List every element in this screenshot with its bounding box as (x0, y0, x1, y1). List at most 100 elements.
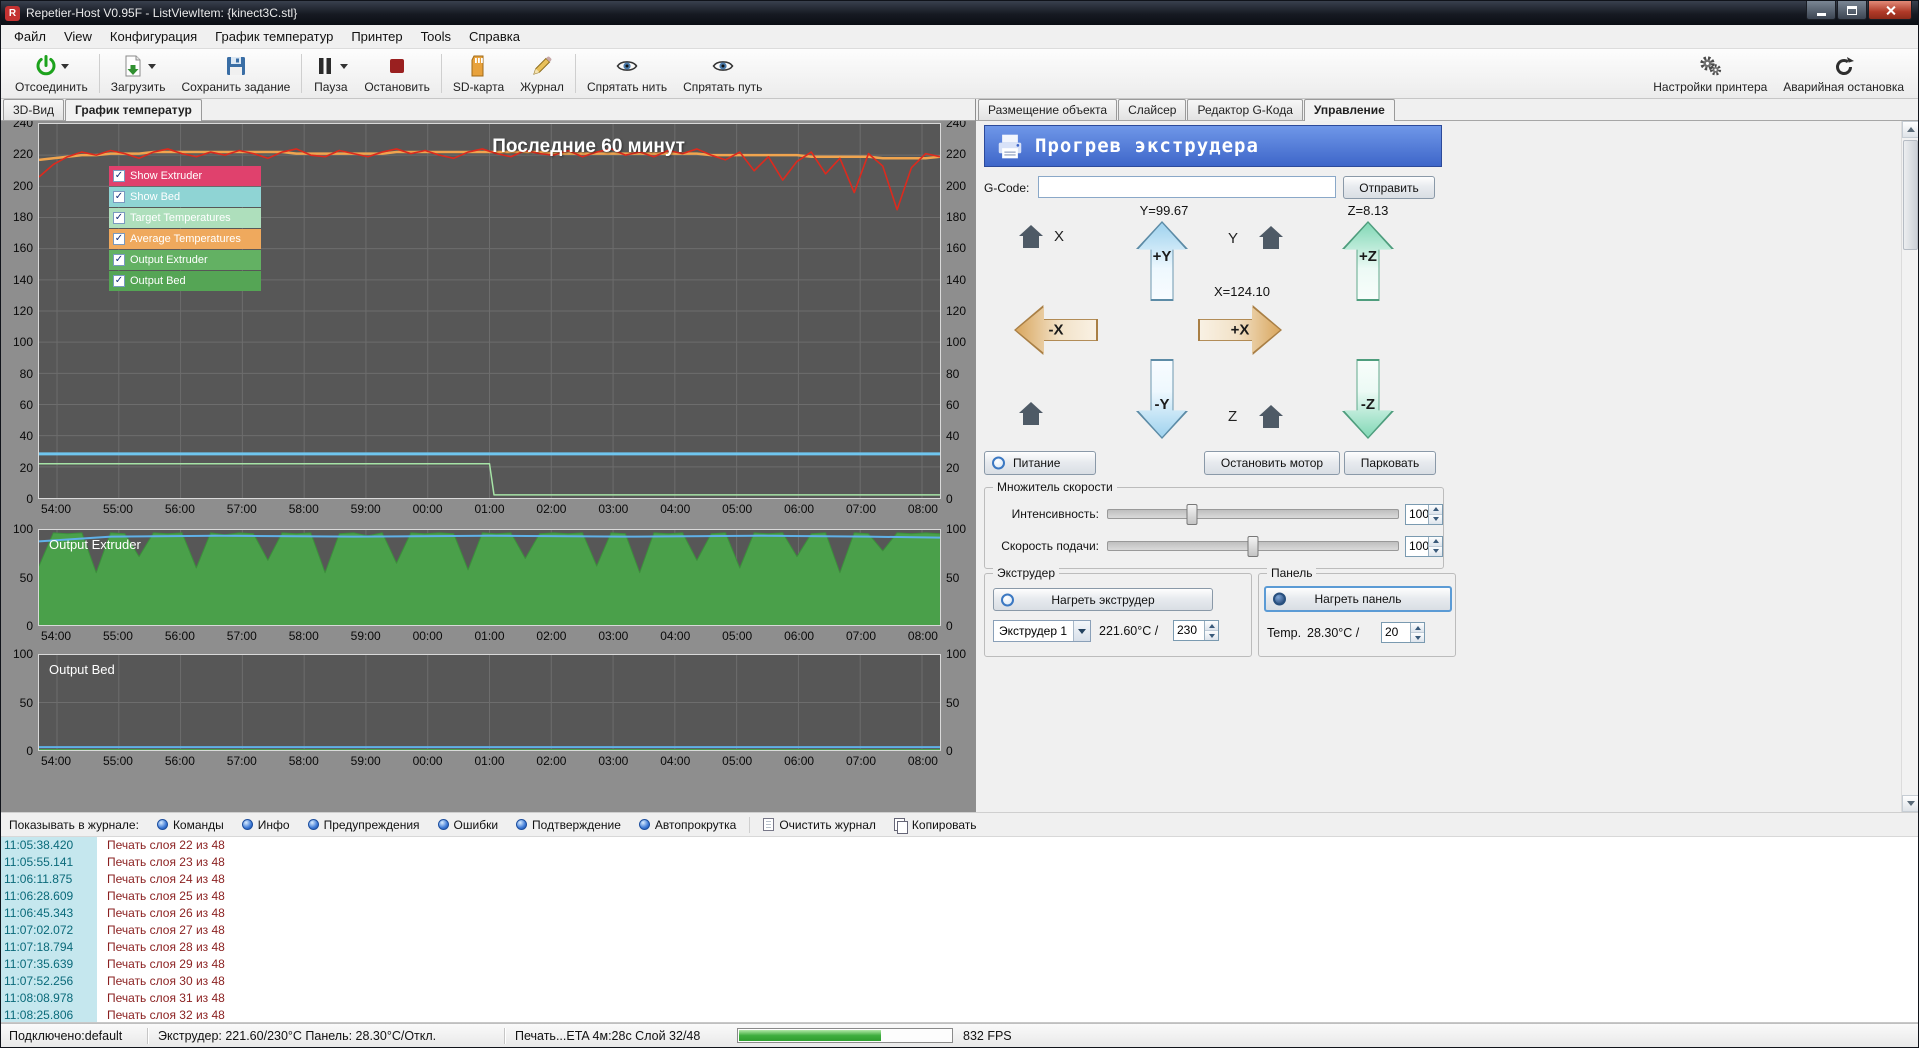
log-filter-2[interactable]: Предупреждения (300, 816, 428, 834)
spin-up-icon[interactable] (1411, 623, 1424, 633)
clear-log-button[interactable]: Очистить журнал (755, 816, 884, 834)
feedrate-slider[interactable] (1107, 541, 1399, 551)
spin-up-icon[interactable] (1429, 537, 1442, 547)
log-row: 11:06:45.343Печать слоя 26 из 48 (1, 905, 1918, 922)
disconnect-button[interactable]: Отсоединить (7, 50, 96, 97)
checkbox-icon[interactable]: ✓ (113, 275, 125, 287)
menu-item-4[interactable]: Принтер (342, 26, 411, 47)
close-button[interactable] (1868, 1, 1912, 20)
log-filter-4[interactable]: Подтверждение (508, 816, 629, 834)
clear-log-icon (763, 818, 774, 831)
pause-button[interactable]: Пауза (305, 50, 356, 97)
x-tick-label: 58:00 (289, 502, 319, 516)
spin-up-icon[interactable] (1429, 505, 1442, 515)
legend-item-1[interactable]: ✓Show Bed (109, 187, 261, 207)
legend-item-3[interactable]: ✓Average Temperatures (109, 229, 261, 249)
scrollbar-thumb[interactable] (1903, 140, 1918, 250)
checkbox-icon[interactable]: ✓ (113, 170, 125, 182)
extruder-group: Экструдер Нагреть экструдер Экструдер 1 … (984, 573, 1252, 657)
legend-item-4[interactable]: ✓Output Extruder (109, 250, 261, 270)
legend-item-0[interactable]: ✓Show Extruder (109, 166, 261, 186)
printer-settings-button[interactable]: Настройки принтера (1645, 50, 1775, 97)
spin-down-icon[interactable] (1205, 631, 1218, 640)
spin-down-icon[interactable] (1429, 515, 1442, 524)
bed-target-spinner[interactable]: 20 (1381, 622, 1425, 643)
home-x-button[interactable] (1018, 225, 1044, 249)
load-button[interactable]: Загрузить (103, 50, 174, 97)
spin-down-icon[interactable] (1429, 547, 1442, 556)
menu-item-6[interactable]: Справка (460, 26, 529, 47)
maximize-button[interactable] (1837, 1, 1867, 20)
home-z-button[interactable] (1258, 405, 1284, 429)
flowrate-slider[interactable] (1107, 509, 1399, 519)
home-all-button[interactable] (1018, 402, 1044, 426)
extruder-target-spinner[interactable]: 230 (1173, 620, 1219, 641)
menu-item-5[interactable]: Tools (412, 26, 460, 47)
feedrate-spinner[interactable]: 100 (1405, 536, 1443, 557)
menu-item-3[interactable]: График температур (206, 26, 342, 47)
chevron-down-icon[interactable] (1073, 621, 1090, 641)
tab-control-0[interactable]: Размещение объекта (978, 99, 1117, 120)
gcode-input[interactable] (1038, 176, 1336, 198)
menu-item-1[interactable]: View (55, 26, 101, 47)
jog-plus-x-button[interactable]: +X (1198, 305, 1282, 355)
outbed-chart-title: Output Bed (49, 662, 115, 677)
tab-view-1[interactable]: График температур (65, 99, 202, 121)
tab-control-1[interactable]: Слайсер (1118, 99, 1186, 120)
log-filter-0[interactable]: Команды (149, 816, 232, 834)
flowrate-spinner[interactable]: 100 (1405, 504, 1443, 525)
jog-minus-z-button[interactable]: -Z (1342, 359, 1394, 439)
right-panel-scrollbar[interactable] (1901, 121, 1918, 812)
home-y-button[interactable] (1258, 226, 1284, 250)
log-filter-5[interactable]: Автопрокрутка (631, 816, 744, 834)
checkbox-icon[interactable]: ✓ (113, 191, 125, 203)
x-tick-label: 04:00 (660, 629, 690, 643)
log-filter-1[interactable]: Инфо (234, 816, 298, 834)
hide-travel-button[interactable]: Спрятать путь (675, 50, 770, 97)
heat-extruder-button[interactable]: Нагреть экструдер (993, 588, 1213, 611)
dropdown-caret-icon[interactable] (340, 64, 348, 69)
checkbox-icon[interactable]: ✓ (113, 212, 125, 224)
copy-log-button[interactable]: Копировать (886, 816, 985, 834)
spin-up-icon[interactable] (1205, 621, 1218, 631)
sd-card-button[interactable]: SD-карта (445, 50, 512, 97)
tab-view-0[interactable]: 3D-Вид (3, 99, 64, 120)
stop-motor-button[interactable]: Остановить мотор (1204, 451, 1340, 475)
dropdown-caret-icon[interactable] (148, 64, 156, 69)
save-job-button[interactable]: Сохранить задание (174, 50, 299, 97)
power-led-icon (992, 457, 1005, 470)
gcode-send-button[interactable]: Отправить (1343, 176, 1435, 199)
heat-bed-button[interactable]: Нагреть панель (1264, 586, 1452, 612)
menu-item-0[interactable]: Файл (5, 26, 55, 47)
emergency-stop-button[interactable]: Аварийная остановка (1775, 50, 1912, 97)
scroll-up-button[interactable] (1902, 121, 1918, 138)
legend-item-2[interactable]: ✓Target Temperatures (109, 208, 261, 228)
checkbox-icon[interactable]: ✓ (113, 233, 125, 245)
power-button[interactable]: Питание (984, 451, 1096, 475)
jog-plus-z-button[interactable]: +Z (1342, 221, 1394, 301)
temp-x-axis: 54:0055:0056:0057:0058:0059:0000:0001:00… (38, 499, 941, 519)
log-filter-3[interactable]: Ошибки (430, 816, 507, 834)
tab-control-3[interactable]: Управление (1304, 99, 1395, 121)
hide-filament-button[interactable]: Спрятать нить (579, 50, 675, 97)
park-button[interactable]: Парковать (1344, 451, 1436, 475)
flowrate-slider-thumb[interactable] (1187, 504, 1198, 525)
tab-control-2[interactable]: Редактор G-Кода (1187, 99, 1302, 120)
journal-button[interactable]: Журнал (512, 50, 572, 97)
dropdown-caret-icon[interactable] (61, 64, 69, 69)
checkbox-icon[interactable]: ✓ (113, 254, 125, 266)
y-tick-label: 200 (13, 179, 33, 193)
scroll-down-button[interactable] (1902, 795, 1918, 812)
menu-item-2[interactable]: Конфигурация (101, 26, 206, 47)
temp-plot: Последние 60 минут ✓Show Extruder✓Show B… (38, 123, 941, 499)
jog-minus-x-button[interactable]: -X (1014, 305, 1098, 355)
filter-dot-icon (516, 819, 527, 830)
jog-minus-y-button[interactable]: -Y (1136, 359, 1188, 439)
minimize-button[interactable] (1806, 1, 1836, 20)
spin-down-icon[interactable] (1411, 633, 1424, 642)
jog-plus-y-button[interactable]: +Y (1136, 221, 1188, 301)
extruder-selector[interactable]: Экструдер 1 (993, 620, 1091, 642)
legend-item-5[interactable]: ✓Output Bed (109, 271, 261, 291)
feedrate-slider-thumb[interactable] (1248, 536, 1259, 557)
stop-button[interactable]: Остановить (356, 50, 438, 97)
